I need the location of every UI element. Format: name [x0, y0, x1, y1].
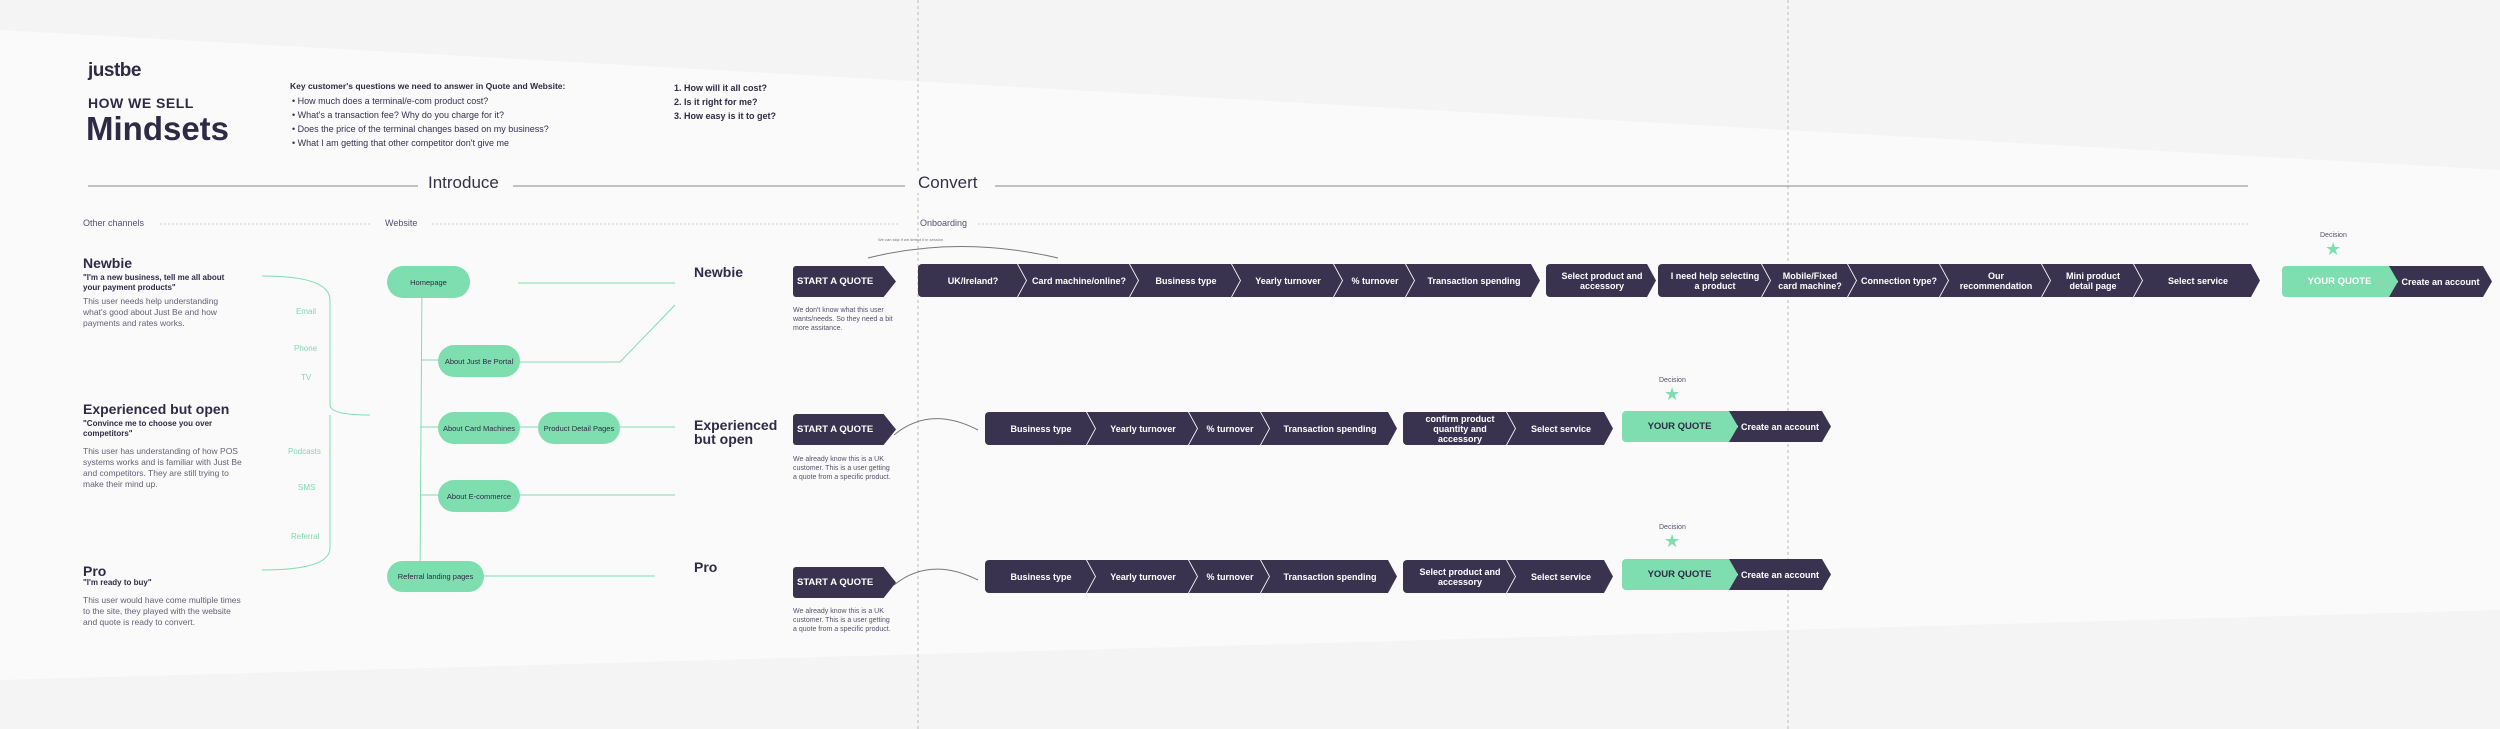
persona-description: This user has understanding of how POS s…: [83, 446, 242, 489]
page-title: Mindsets: [86, 110, 230, 147]
step-help-selecting[interactable]: I need help selecting a product: [1658, 264, 1770, 297]
brand-logo: justbe: [88, 60, 141, 81]
row-label-newbie: Newbie: [694, 264, 744, 280]
persona-description: This user needs help understanding what'…: [83, 296, 219, 328]
step-connection-type[interactable]: Connection type?: [1848, 264, 1948, 297]
numbered-item: 1. How will it all cost?: [674, 83, 768, 93]
stage-introduce: Introduce: [420, 173, 507, 193]
step-yearly-turnover[interactable]: Yearly turnover: [1087, 412, 1197, 445]
persona-description: This user would have come multiple times…: [83, 595, 241, 627]
decision-label: Decision: [1659, 377, 1686, 384]
questions-list: How much does a terminal/e-com product c…: [292, 94, 549, 150]
step-select-product[interactable]: Select product and accessory: [1546, 264, 1656, 297]
page-about-portal[interactable]: About Just Be Portal: [438, 345, 520, 377]
page-about-card-machines[interactable]: About Card Machines: [438, 412, 520, 444]
decision-star-icon: ★: [1664, 531, 1681, 551]
question-item: What's a transaction fee? Why do you cha…: [292, 108, 549, 122]
persona-name: Experienced but open: [83, 401, 230, 417]
row-note: We don't know what this user wants/needs…: [793, 307, 893, 332]
step-business-type[interactable]: Business type: [985, 412, 1095, 445]
row-label-experienced: Experienced but open: [694, 417, 778, 447]
subhead-website: Website: [385, 218, 418, 228]
step-percent-turnover[interactable]: % turnover: [1189, 412, 1269, 445]
create-account-button[interactable]: Create an account: [2389, 266, 2492, 297]
question-item: Does the price of the terminal changes b…: [292, 122, 549, 136]
channel-tv: TV: [301, 373, 312, 382]
step-select-service[interactable]: Select service: [1507, 560, 1613, 593]
create-account-button[interactable]: Create an account: [1729, 559, 1831, 590]
row-note: We already know this is a UK customer. T…: [793, 608, 891, 633]
numbered-item: 2. Is it right for me?: [674, 97, 758, 107]
your-quote-button[interactable]: YOUR QUOTE: [2282, 266, 2397, 297]
step-mini-pdp[interactable]: Mini product detail page: [2042, 264, 2142, 297]
start-quote-button[interactable]: START A QUOTE: [793, 567, 896, 598]
subhead-onboarding: Onboarding: [920, 218, 968, 228]
page-about-ecommerce[interactable]: About E-commerce: [438, 480, 520, 512]
step-uk-ireland[interactable]: UK/Ireland?: [918, 264, 1026, 297]
step-business-type[interactable]: Business type: [1130, 264, 1240, 297]
persona-quote: "I'm a new business, tell me all about y…: [83, 273, 225, 292]
questions-heading: Key customer's questions we need to answ…: [290, 81, 566, 91]
subhead-other-channels: Other channels: [83, 218, 145, 228]
step-percent-turnover[interactable]: % turnover: [1334, 264, 1414, 297]
step-transaction-spending[interactable]: Transaction spending: [1261, 560, 1397, 593]
your-quote-label: YOUR QUOTE: [1647, 421, 1712, 432]
your-quote-button[interactable]: YOUR QUOTE: [1622, 411, 1737, 442]
step-business-type[interactable]: Business type: [985, 560, 1095, 593]
channel-podcasts: Podcasts: [288, 447, 321, 456]
page-homepage[interactable]: Homepage: [387, 266, 470, 298]
start-quote-button[interactable]: START A QUOTE: [793, 266, 896, 297]
row-label-pro: Pro: [694, 559, 718, 575]
journey-canvas: justbe HOW WE SELL Mindsets Key customer…: [0, 0, 2500, 729]
step-yearly-turnover[interactable]: Yearly turnover: [1232, 264, 1342, 297]
decision-label: Decision: [2320, 232, 2347, 239]
step-recommendation[interactable]: Our recommendation: [1940, 264, 2050, 297]
step-transaction-spending[interactable]: Transaction spending: [1406, 264, 1540, 297]
page-product-detail[interactable]: Product Detail Pages: [538, 412, 620, 444]
channel-email: Email: [296, 307, 317, 316]
question-item: What I am getting that other competitor …: [292, 136, 549, 150]
persona-name: Pro: [83, 563, 107, 579]
channel-phone: Phone: [294, 344, 318, 353]
page-eyebrow: HOW WE SELL: [88, 95, 194, 111]
numbered-item: 3. How easy is it to get?: [674, 111, 777, 121]
step-yearly-turnover[interactable]: Yearly turnover: [1087, 560, 1197, 593]
question-item: How much does a terminal/e-com product c…: [292, 94, 549, 108]
persona-quote: "Convince me to choose you over competit…: [83, 419, 213, 438]
your-quote-label: YOUR QUOTE: [1647, 569, 1712, 580]
channel-sms: SMS: [298, 483, 316, 492]
start-quote-button[interactable]: START A QUOTE: [793, 414, 896, 445]
numbered-questions: 1. How will it all cost? 2. Is it right …: [674, 81, 776, 123]
step-card-online[interactable]: Card machine/online?: [1018, 264, 1138, 297]
step-select-service[interactable]: Select service: [1507, 412, 1613, 445]
your-quote-button[interactable]: YOUR QUOTE: [1622, 559, 1737, 590]
persona-name: Newbie: [83, 255, 133, 271]
your-quote-label: YOUR QUOTE: [2307, 276, 2372, 287]
decision-star-icon: ★: [2325, 239, 2342, 259]
decision-label: Decision: [1659, 524, 1686, 531]
decision-star-icon: ★: [1664, 384, 1681, 404]
step-select-service[interactable]: Select service: [2134, 264, 2260, 297]
step-mobile-fixed[interactable]: Mobile/Fixed card machine?: [1762, 264, 1856, 297]
persona-quote: "I'm ready to buy": [83, 578, 152, 587]
skip-note: We can skip if we detect it in session: [878, 237, 944, 242]
channel-referral: Referral: [291, 532, 320, 541]
step-transaction-spending[interactable]: Transaction spending: [1261, 412, 1397, 445]
step-select-product[interactable]: Select product and accessory: [1403, 560, 1515, 593]
row-note: We already know this is a UK customer. T…: [793, 456, 891, 481]
step-confirm-product[interactable]: confirm product quantity and accessory: [1403, 412, 1515, 445]
step-percent-turnover[interactable]: % turnover: [1189, 560, 1269, 593]
stage-convert: Convert: [910, 173, 986, 193]
page-referral-landing[interactable]: Referral landing pages: [387, 561, 484, 592]
create-account-button[interactable]: Create an account: [1729, 411, 1831, 442]
